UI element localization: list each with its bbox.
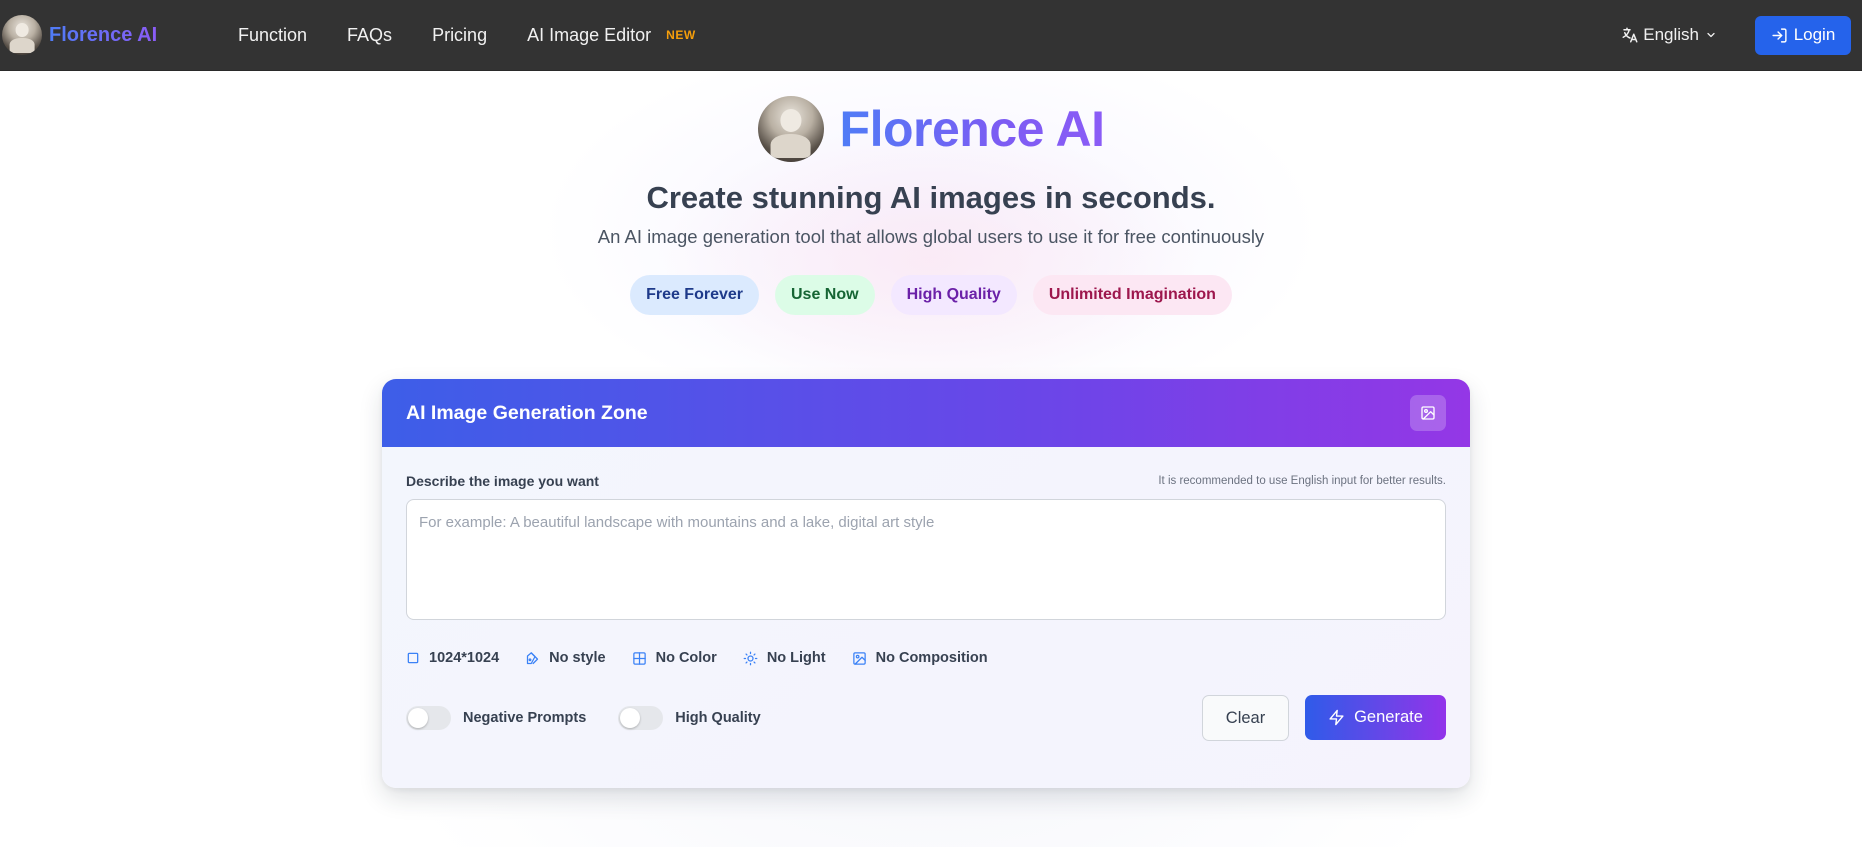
prompt-hint: It is recommended to use English input f… <box>1158 475 1446 487</box>
pill-use-now: Use Now <box>775 275 875 315</box>
composition-option[interactable]: No Composition <box>852 650 988 666</box>
color-option-label: No Color <box>655 650 717 666</box>
language-selector[interactable]: English <box>1621 25 1721 45</box>
image-icon <box>852 651 866 665</box>
prompt-label-row: Describe the image you want It is recomm… <box>406 473 1446 489</box>
new-badge: NEW <box>666 28 696 42</box>
options-row: 1024*1024 No style No Color No Light No … <box>406 650 1014 666</box>
lightning-icon <box>1329 709 1344 726</box>
brand-name: Florence AI <box>49 23 158 46</box>
composition-option-label: No Composition <box>875 650 988 666</box>
toggles-row: Negative Prompts High Quality <box>406 706 793 730</box>
hero-title-row: Florence AI <box>0 96 1862 162</box>
light-option[interactable]: No Light <box>743 650 826 666</box>
color-option[interactable]: No Color <box>632 650 717 666</box>
light-option-label: No Light <box>766 650 826 666</box>
florence-bust-avatar <box>2 15 42 55</box>
sun-icon <box>743 651 758 665</box>
login-button[interactable]: Login <box>1755 15 1851 55</box>
brand-logo-link[interactable]: Florence AI <box>2 15 238 55</box>
negative-prompts-toggle-group: Negative Prompts <box>406 706 586 730</box>
hero-title: Florence AI <box>839 101 1105 157</box>
top-navbar: Florence AI Function FAQs Pricing AI Ima… <box>0 0 1862 71</box>
card-header: AI Image Generation Zone <box>382 379 1470 447</box>
nav-link-pricing[interactable]: Pricing <box>432 25 487 46</box>
language-label: English <box>1643 25 1699 44</box>
pill-free-forever: Free Forever <box>630 275 759 315</box>
style-option-label: No style <box>549 650 606 666</box>
pill-high-quality: High Quality <box>890 275 1017 315</box>
high-quality-toggle-group: High Quality <box>618 706 761 730</box>
login-icon <box>1772 27 1787 43</box>
hero-bust-avatar <box>757 96 824 162</box>
generate-label: Generate <box>1354 708 1423 726</box>
translate-icon <box>1622 27 1638 43</box>
pill-unlimited-imagination: Unlimited Imagination <box>1032 275 1232 315</box>
nav-link-function[interactable]: Function <box>238 25 307 46</box>
nav-link-ai-image-editor-label: AI Image Editor <box>527 24 652 45</box>
login-label: Login <box>1793 25 1836 44</box>
high-quality-label: High Quality <box>675 710 761 726</box>
card-title: AI Image Generation Zone <box>406 401 648 424</box>
nav-link-faqs[interactable]: FAQs <box>347 25 392 46</box>
chevron-down-icon <box>1707 32 1715 38</box>
square-icon <box>407 652 419 664</box>
grid-icon <box>632 651 646 665</box>
high-quality-toggle[interactable] <box>618 706 664 730</box>
size-option[interactable]: 1024*1024 <box>406 650 499 666</box>
generate-button[interactable]: Generate <box>1305 695 1446 740</box>
nav-links: Function FAQs Pricing AI Image Editor NE… <box>238 0 696 70</box>
palette-icon <box>527 651 539 664</box>
prompt-textarea[interactable] <box>406 499 1446 620</box>
clear-button[interactable]: Clear <box>1202 695 1289 741</box>
negative-prompts-label: Negative Prompts <box>463 710 587 726</box>
generation-card: AI Image Generation Zone Describe the im… <box>382 379 1470 788</box>
negative-prompts-toggle[interactable] <box>406 706 451 730</box>
hero-subtitle: An AI image generation tool that allows … <box>597 226 1265 247</box>
feature-pills: Free Forever Use Now High Quality Unlimi… <box>0 275 1862 315</box>
prompt-label: Describe the image you want <box>406 473 599 489</box>
nav-right: English Login <box>1621 15 1862 55</box>
nav-link-ai-image-editor[interactable]: AI Image Editor NEW <box>527 25 696 46</box>
size-option-label: 1024*1024 <box>429 650 500 666</box>
gallery-button[interactable] <box>1410 395 1446 431</box>
hero-headline: Create stunning AI images in seconds. <box>646 180 1216 215</box>
style-option[interactable]: No style <box>525 650 606 666</box>
image-icon <box>1421 406 1435 420</box>
